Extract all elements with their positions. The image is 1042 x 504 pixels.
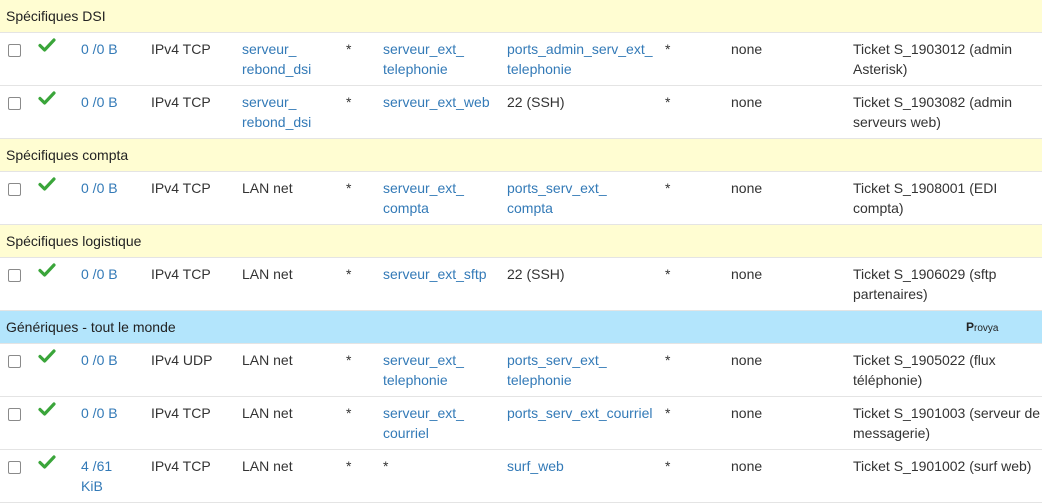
source-port-cell: * [346, 458, 352, 474]
states-link[interactable]: 0 /0 B [81, 403, 118, 423]
section-label: Spécifiques DSI [6, 8, 106, 24]
protocol-cell: IPv4 TCP [151, 180, 211, 196]
check-icon[interactable] [38, 37, 56, 56]
source-cell: LAN net [242, 352, 293, 368]
dest-port-alias-link[interactable]: ports_serv_ext_ telephonie [507, 350, 607, 390]
queue-cell: none [731, 41, 763, 57]
protocol-cell: IPv4 TCP [151, 405, 211, 421]
section-separator: Spécifiques logistique [0, 225, 1042, 258]
gateway-cell: * [665, 266, 671, 282]
queue-cell: none [731, 266, 763, 282]
gateway-cell: * [665, 405, 671, 421]
source-port-cell: * [346, 266, 352, 282]
source-alias-link[interactable]: serveur_ rebond_dsi [242, 92, 311, 132]
check-icon[interactable] [38, 262, 56, 281]
rule-row: 0 /0 B IPv4 TCP serveur_ rebond_dsi * serveur… [0, 33, 1042, 86]
destination-cell: * [383, 458, 389, 474]
protocol-cell: IPv4 TCP [151, 94, 211, 110]
rule-select-checkbox[interactable] [8, 269, 21, 282]
protocol-cell: IPv4 TCP [151, 266, 211, 282]
section-label: Génériques - tout le monde [6, 319, 176, 335]
source-cell: LAN net [242, 180, 293, 196]
source-alias-link[interactable]: serveur_ rebond_dsi [242, 39, 311, 79]
dest-port-alias-link[interactable]: ports_admin_serv_ext_ telephonie [507, 39, 653, 79]
rule-select-checkbox[interactable] [8, 183, 21, 196]
dest-port-cell: 22 (SSH) [507, 94, 565, 110]
queue-cell: none [731, 352, 763, 368]
section-separator: Génériques - tout le monde Provya [0, 311, 1042, 344]
dest-port-alias-link[interactable]: ports_serv_ext_courriel [507, 403, 653, 423]
source-cell: LAN net [242, 266, 293, 282]
source-port-cell: * [346, 94, 352, 110]
dest-port-cell: 22 (SSH) [507, 266, 565, 282]
check-icon[interactable] [38, 90, 56, 109]
source-port-cell: * [346, 180, 352, 196]
rule-row: 4 /61 KiB IPv4 TCP LAN net * * surf_web * none Ti… [0, 450, 1042, 503]
section-label: Spécifiques logistique [6, 233, 142, 249]
description-cell: Ticket S_1903012 (admin Asterisk) [853, 41, 1013, 77]
states-link[interactable]: 0 /0 B [81, 350, 118, 370]
description-cell: Ticket S_1905022 (flux téléphonie) [853, 352, 996, 388]
description-cell: Ticket S_1901002 (surf web) [853, 458, 1032, 474]
section-separator: Spécifiques compta [0, 139, 1042, 172]
source-cell: LAN net [242, 405, 293, 421]
rule-select-checkbox[interactable] [8, 97, 21, 110]
source-port-cell: * [346, 41, 352, 57]
section-label: Spécifiques compta [6, 147, 129, 163]
check-icon[interactable] [38, 401, 56, 420]
rule-row: 0 /0 B IPv4 TCP LAN net * serveur_ext_ courri… [0, 397, 1042, 450]
states-link[interactable]: 0 /0 B [81, 264, 118, 284]
gateway-cell: * [665, 41, 671, 57]
states-link[interactable]: 0 /0 B [81, 178, 118, 198]
gateway-cell: * [665, 180, 671, 196]
description-cell: Ticket S_1901003 (serveur de messagerie) [853, 405, 1041, 441]
rule-row: 0 /0 B IPv4 TCP serveur_ rebond_dsi * serveur… [0, 86, 1042, 139]
check-icon[interactable] [38, 176, 56, 195]
section-separator: Spécifiques DSI [0, 0, 1042, 33]
description-cell: Ticket S_1903082 (admin serveurs web) [853, 94, 1013, 130]
protocol-cell: IPv4 TCP [151, 458, 211, 474]
rule-select-checkbox[interactable] [8, 355, 21, 368]
gateway-cell: * [665, 94, 671, 110]
destination-alias-link[interactable]: serveur_ext_web [383, 92, 490, 112]
description-cell: Ticket S_1906029 (sftp partenaires) [853, 266, 997, 302]
destination-alias-link[interactable]: serveur_ext_sftp [383, 264, 487, 284]
source-port-cell: * [346, 405, 352, 421]
check-icon[interactable] [38, 348, 56, 367]
rule-row: 0 /0 B IPv4 TCP LAN net * serveur_ext_ compta… [0, 172, 1042, 225]
queue-cell: none [731, 180, 763, 196]
destination-alias-link[interactable]: serveur_ext_ courriel [383, 403, 464, 443]
queue-cell: none [731, 94, 763, 110]
gateway-cell: * [665, 458, 671, 474]
destination-alias-link[interactable]: serveur_ext_ telephonie [383, 350, 464, 390]
states-link[interactable]: 0 /0 B [81, 39, 118, 59]
destination-alias-link[interactable]: serveur_ext_ compta [383, 178, 464, 218]
rule-row: 0 /0 B IPv4 UDP LAN net * serveur_ext_ teleph… [0, 344, 1042, 397]
states-link[interactable]: 4 /61 KiB [81, 456, 112, 496]
protocol-cell: IPv4 TCP [151, 41, 211, 57]
description-cell: Ticket S_1908001 (EDI compta) [853, 180, 998, 216]
states-link[interactable]: 0 /0 B [81, 92, 118, 112]
dest-port-alias-link[interactable]: ports_serv_ext_ compta [507, 178, 607, 218]
rule-select-checkbox[interactable] [8, 408, 21, 421]
protocol-cell: IPv4 UDP [151, 352, 213, 368]
destination-alias-link[interactable]: serveur_ext_ telephonie [383, 39, 464, 79]
source-cell: LAN net [242, 458, 293, 474]
queue-cell: none [731, 458, 763, 474]
gateway-cell: * [665, 352, 671, 368]
queue-cell: none [731, 405, 763, 421]
dest-port-alias-link[interactable]: surf_web [507, 456, 564, 476]
rule-row: 0 /0 B IPv4 TCP LAN net * serveur_ext_sftp 22… [0, 258, 1042, 311]
check-icon[interactable] [38, 454, 56, 473]
firewall-rules-table: Spécifiques DSI 0 /0 B IPv4 TCP serveur_ reb… [0, 0, 1042, 503]
rule-select-checkbox[interactable] [8, 44, 21, 57]
source-port-cell: * [346, 352, 352, 368]
rule-select-checkbox[interactable] [8, 461, 21, 474]
provya-logo: Provya [966, 320, 999, 334]
